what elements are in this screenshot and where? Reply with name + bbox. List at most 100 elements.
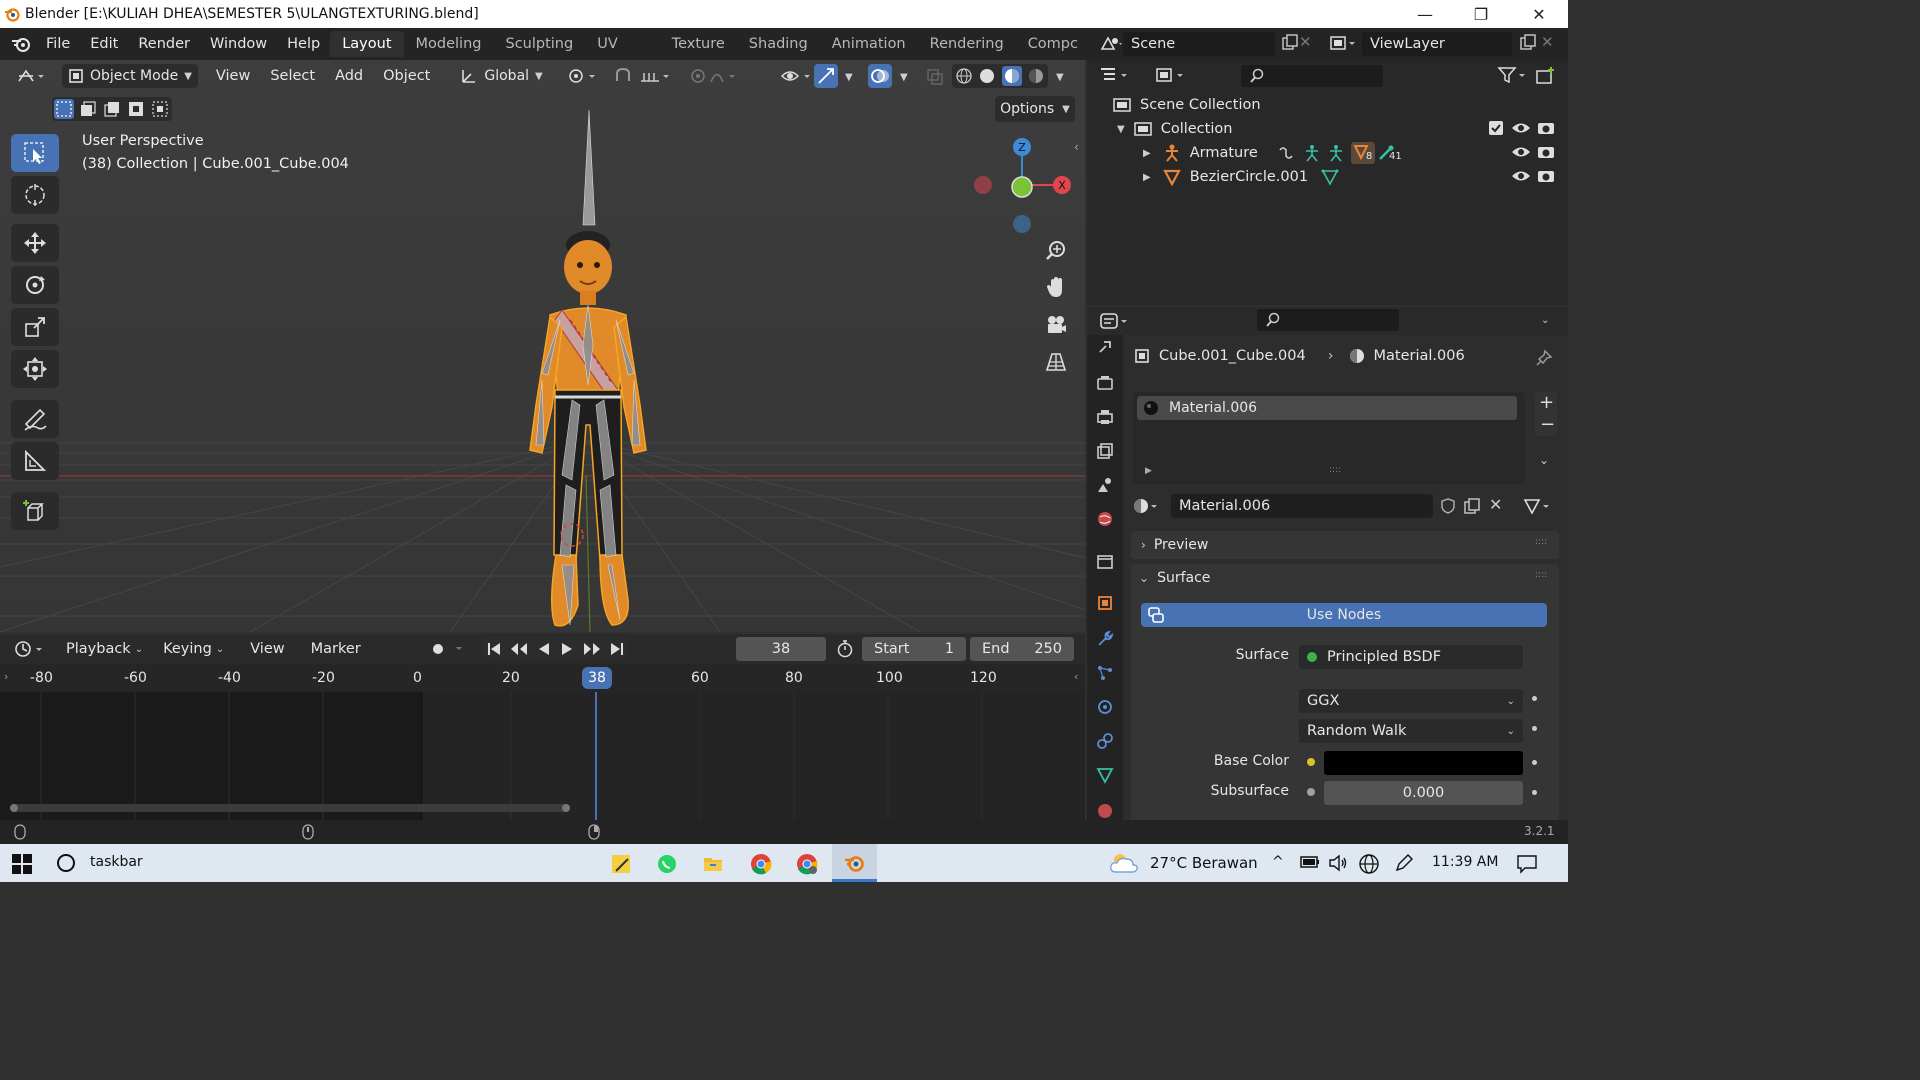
delete-view-layer-icon[interactable]: ✕: [1541, 33, 1554, 51]
prev-keyframe-icon[interactable]: [509, 641, 529, 657]
playhead[interactable]: 38: [582, 667, 612, 689]
tab-compositing[interactable]: Compc: [1016, 31, 1090, 57]
collection-tab-icon[interactable]: [1093, 549, 1117, 573]
xray-toggle-icon[interactable]: [926, 68, 944, 86]
collapse-arrow-icon[interactable]: ‹: [1074, 670, 1078, 683]
outliner-row-armature[interactable]: ▶ Armature 8 41: [1087, 141, 1568, 165]
search-circle-icon[interactable]: [56, 853, 76, 873]
viewport-3d[interactable]: Object Mode ▼ View Select Add Object Glo…: [0, 60, 1085, 632]
chevron-down-icon[interactable]: ▼: [900, 72, 908, 83]
material-name-field[interactable]: Material.006: [1171, 494, 1433, 518]
material-browse-button[interactable]: [1133, 494, 1161, 518]
windows-start-icon[interactable]: [12, 854, 32, 874]
properties-search-input[interactable]: [1257, 309, 1399, 331]
chevron-down-icon[interactable]: ▼: [1056, 72, 1064, 83]
distribution-dropdown[interactable]: GGX ⌄: [1299, 689, 1523, 713]
pin-icon[interactable]: [1535, 349, 1553, 367]
keyframe-dot-icon[interactable]: [1532, 696, 1537, 701]
volume-icon[interactable]: [1328, 854, 1348, 872]
chrome-profile-icon[interactable]: [796, 853, 818, 875]
solid-shading-icon[interactable]: [978, 67, 996, 85]
move-tool[interactable]: [11, 224, 59, 262]
eye-icon[interactable]: [1511, 144, 1531, 160]
unlink-material-icon[interactable]: ✕: [1489, 495, 1502, 514]
snap-toggle-icon[interactable]: [611, 67, 637, 85]
jump-end-icon[interactable]: [609, 641, 625, 657]
delete-scene-icon[interactable]: ✕: [1299, 33, 1312, 51]
menu-edit[interactable]: Edit: [80, 36, 128, 52]
slot-specials-icon[interactable]: ⌄: [1539, 453, 1549, 467]
tab-modeling[interactable]: Modeling: [404, 31, 494, 57]
notification-icon[interactable]: [1516, 853, 1538, 875]
weather-label[interactable]: 27°C Berawan: [1150, 854, 1258, 872]
outliner-row-beziercircle[interactable]: ▶ BezierCircle.001: [1087, 165, 1568, 189]
scene-tab-icon[interactable]: [1093, 473, 1117, 497]
restore-button[interactable]: ❐: [1452, 0, 1510, 28]
editor-type-icon[interactable]: [0, 67, 56, 85]
file-explorer-icon[interactable]: [702, 853, 724, 875]
wireframe-shading-icon[interactable]: [955, 67, 973, 85]
pose-icon[interactable]: [1277, 144, 1295, 162]
minimize-button[interactable]: —: [1396, 0, 1454, 28]
keyframe-dot-icon[interactable]: [1532, 790, 1537, 795]
checkbox-icon[interactable]: [1489, 121, 1503, 135]
rendered-shading-icon[interactable]: [1027, 67, 1045, 85]
menu-render[interactable]: Render: [128, 36, 200, 52]
chrome-icon[interactable]: [750, 853, 772, 875]
camera-icon[interactable]: [1537, 144, 1555, 160]
play-icon[interactable]: [559, 641, 575, 657]
add-slot-icon[interactable]: +: [1539, 392, 1554, 413]
whatsapp-icon[interactable]: [656, 853, 678, 875]
view-layer-tab-icon[interactable]: [1093, 439, 1117, 463]
taskbar-search-label[interactable]: taskbar: [90, 854, 143, 870]
tab-shading[interactable]: Shading: [737, 31, 820, 57]
fake-user-icon[interactable]: [1439, 497, 1457, 515]
add-cube-tool[interactable]: [11, 492, 59, 530]
drag-handle-icon[interactable]: ::::: [1535, 537, 1547, 547]
mode-dropdown[interactable]: Object Mode ▼: [62, 64, 198, 88]
view-layer-icon[interactable]: [1329, 34, 1357, 52]
eye-icon[interactable]: [1511, 120, 1531, 136]
curve-data-icon[interactable]: [1321, 168, 1339, 186]
surface-panel-header[interactable]: ⌄ Surface ::::: [1131, 564, 1559, 592]
sticky-notes-icon[interactable]: [610, 853, 632, 875]
menu-help[interactable]: Help: [277, 36, 330, 52]
physics-tab-icon[interactable]: [1093, 695, 1117, 719]
display-mode-icon[interactable]: [1155, 66, 1189, 84]
menu-window[interactable]: Window: [200, 36, 277, 52]
tab-rendering[interactable]: Rendering: [918, 31, 1016, 57]
keyframe-dot-icon[interactable]: [1532, 760, 1537, 765]
play-reverse-icon[interactable]: [536, 641, 552, 657]
timeline-menu-view[interactable]: View: [240, 641, 294, 657]
battery-icon[interactable]: [1300, 855, 1320, 869]
outliner-search-input[interactable]: [1241, 65, 1383, 87]
pivot-point-icon[interactable]: [557, 67, 611, 85]
material-slot-row[interactable]: Material.006: [1137, 396, 1517, 420]
expand-arrow-icon[interactable]: ▶: [1143, 172, 1151, 183]
overlay-toggle-icon[interactable]: [868, 64, 892, 88]
zoom-icon[interactable]: [1038, 234, 1074, 268]
tool-tab-icon[interactable]: [1093, 335, 1117, 359]
surface-shader-field[interactable]: Principled BSDF: [1299, 645, 1523, 669]
expand-arrow-icon[interactable]: ▶: [1143, 148, 1151, 159]
modifier-tab-icon[interactable]: [1093, 627, 1117, 651]
pan-hand-icon[interactable]: [1038, 270, 1074, 304]
next-keyframe-icon[interactable]: [582, 641, 602, 657]
annotate-tool[interactable]: [11, 400, 59, 438]
timeline-editor-type-icon[interactable]: [14, 640, 48, 658]
camera-view-icon[interactable]: [1038, 308, 1074, 342]
outliner-row-scene-collection[interactable]: Scene Collection: [1087, 93, 1568, 117]
subsurface-value-field[interactable]: 0.000: [1324, 781, 1523, 805]
use-nodes-button[interactable]: Use Nodes: [1141, 603, 1547, 627]
close-button[interactable]: ✕: [1510, 0, 1568, 28]
world-tab-icon[interactable]: [1093, 507, 1117, 531]
filter-icon[interactable]: [1497, 66, 1531, 84]
orientation-dropdown[interactable]: Global ▼: [454, 64, 548, 88]
camera-icon[interactable]: [1537, 168, 1555, 184]
subsurface-method-dropdown[interactable]: Random Walk ⌄: [1299, 719, 1523, 743]
options-dropdown[interactable]: Options ▼: [995, 96, 1075, 122]
link-mode-icon[interactable]: [1523, 497, 1557, 515]
sidebar-toggle-icon[interactable]: ‹: [1074, 140, 1079, 154]
particles-tab-icon[interactable]: [1093, 661, 1117, 685]
chevron-down-icon[interactable]: ⌄: [1541, 315, 1549, 326]
